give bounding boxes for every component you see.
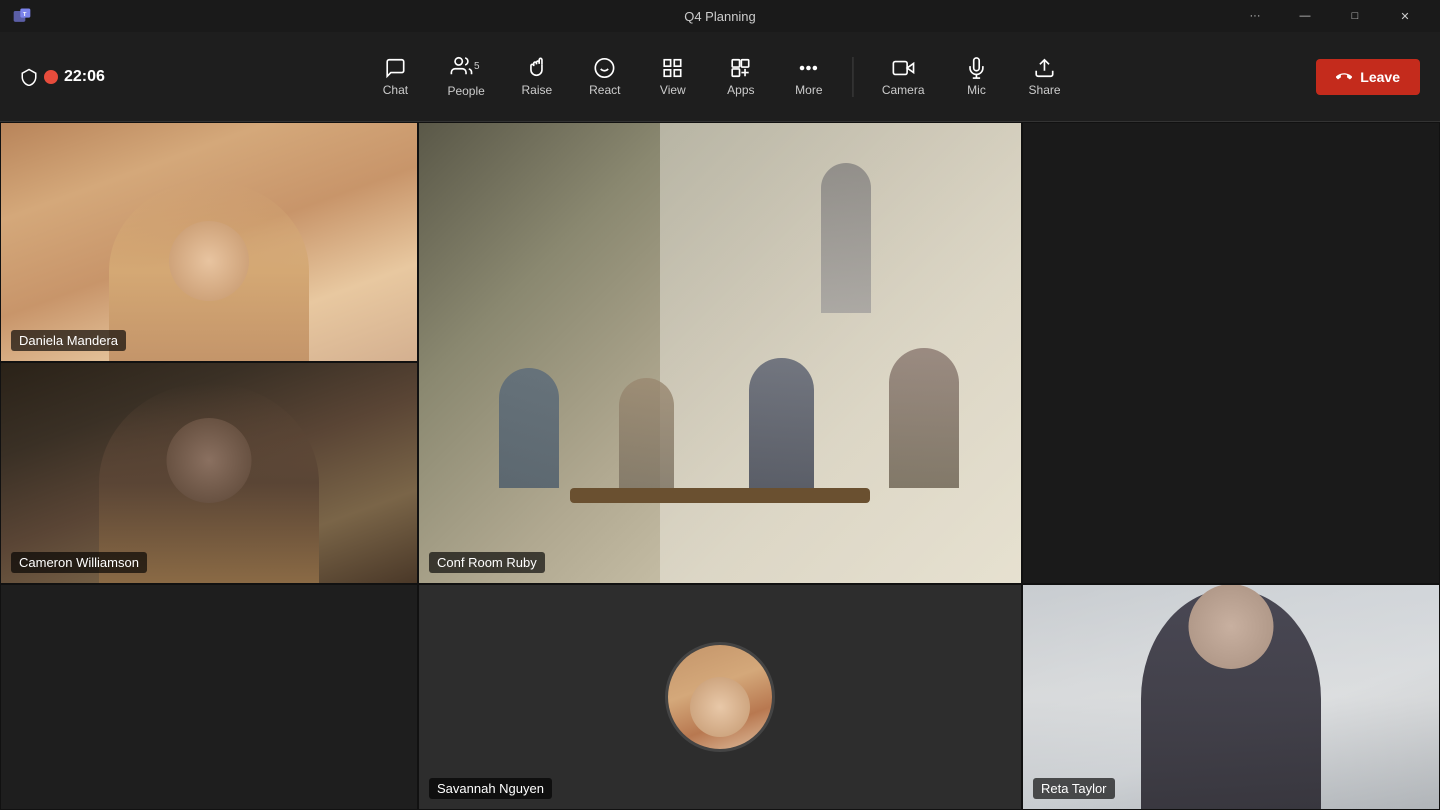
minimize-button[interactable]: — xyxy=(1282,0,1328,32)
camera-icon xyxy=(892,57,914,79)
more-label: More xyxy=(795,83,822,97)
more-options-button[interactable]: ··· xyxy=(1232,0,1278,32)
participant-tile-cameron: Cameron Williamson xyxy=(0,362,418,584)
svg-text:T: T xyxy=(23,12,27,18)
title-bar: T Q4 Planning ··· — □ ✕ xyxy=(0,0,1440,32)
call-timer: 22:06 xyxy=(64,68,105,86)
leave-section: Leave xyxy=(1316,59,1420,95)
people-label: People xyxy=(447,84,484,98)
camera-button[interactable]: Camera xyxy=(866,49,941,105)
participant-label-daniela: Daniela Mandera xyxy=(11,330,126,351)
video-grid: Daniela Mandera Cameron Williamson Conf … xyxy=(0,122,1440,810)
camera-label: Camera xyxy=(882,83,925,97)
toolbar-tools: Chat 5 People Raise xyxy=(363,47,1076,106)
phone-icon xyxy=(1336,69,1352,85)
tile-bottom-left xyxy=(0,584,418,810)
react-icon xyxy=(594,57,616,79)
view-icon xyxy=(662,57,684,79)
chat-button[interactable]: Chat xyxy=(363,49,427,105)
share-label: Share xyxy=(1029,83,1061,97)
react-label: React xyxy=(589,83,620,97)
maximize-button[interactable]: □ xyxy=(1332,0,1378,32)
more-button[interactable]: More xyxy=(777,49,841,105)
window-title: Q4 Planning xyxy=(684,9,756,24)
teams-logo-icon: T xyxy=(12,6,32,26)
view-button[interactable]: View xyxy=(641,49,705,105)
raise-label: Raise xyxy=(521,83,552,97)
more-icon xyxy=(798,57,820,79)
chat-label: Chat xyxy=(383,83,408,97)
leave-label: Leave xyxy=(1360,69,1400,85)
apps-label: Apps xyxy=(727,83,754,97)
meeting-toolbar: 22:06 Chat 5 People xyxy=(0,32,1440,122)
savannah-avatar xyxy=(665,642,775,752)
mic-icon xyxy=(966,57,988,79)
apps-icon xyxy=(730,57,752,79)
recording-dot xyxy=(44,70,58,84)
savannah-avatar-container xyxy=(419,585,1021,809)
mic-label: Mic xyxy=(967,83,986,97)
participant-label-conf-room: Conf Room Ruby xyxy=(429,552,545,573)
apps-button[interactable]: Apps xyxy=(709,49,773,105)
participant-label-savannah: Savannah Nguyen xyxy=(429,778,552,799)
raise-icon xyxy=(526,57,548,79)
leave-button[interactable]: Leave xyxy=(1316,59,1420,95)
raise-button[interactable]: Raise xyxy=(505,49,569,105)
chat-icon xyxy=(384,57,406,79)
participant-tile-conf-room: Conf Room Ruby xyxy=(418,122,1022,584)
shield-icon xyxy=(20,68,38,86)
people-icon xyxy=(451,55,473,77)
participant-tile-daniela: Daniela Mandera xyxy=(0,122,418,362)
participant-label-cameron: Cameron Williamson xyxy=(11,552,147,573)
tile-top-right xyxy=(1022,122,1440,584)
title-bar-left: T xyxy=(12,6,32,26)
participant-label-reta: Reta Taylor xyxy=(1033,778,1115,799)
recording-status: 22:06 xyxy=(20,68,105,86)
window-controls: ··· — □ ✕ xyxy=(1232,0,1428,32)
participant-tile-savannah: Savannah Nguyen xyxy=(418,584,1022,810)
mic-button[interactable]: Mic xyxy=(945,49,1009,105)
share-icon xyxy=(1034,57,1056,79)
share-button[interactable]: Share xyxy=(1013,49,1077,105)
people-count-badge: 5 xyxy=(474,61,480,72)
people-button[interactable]: 5 People xyxy=(431,47,500,106)
react-button[interactable]: React xyxy=(573,49,637,105)
participant-tile-reta: Reta Taylor xyxy=(1022,584,1440,810)
view-label: View xyxy=(660,83,686,97)
close-button[interactable]: ✕ xyxy=(1382,0,1428,32)
